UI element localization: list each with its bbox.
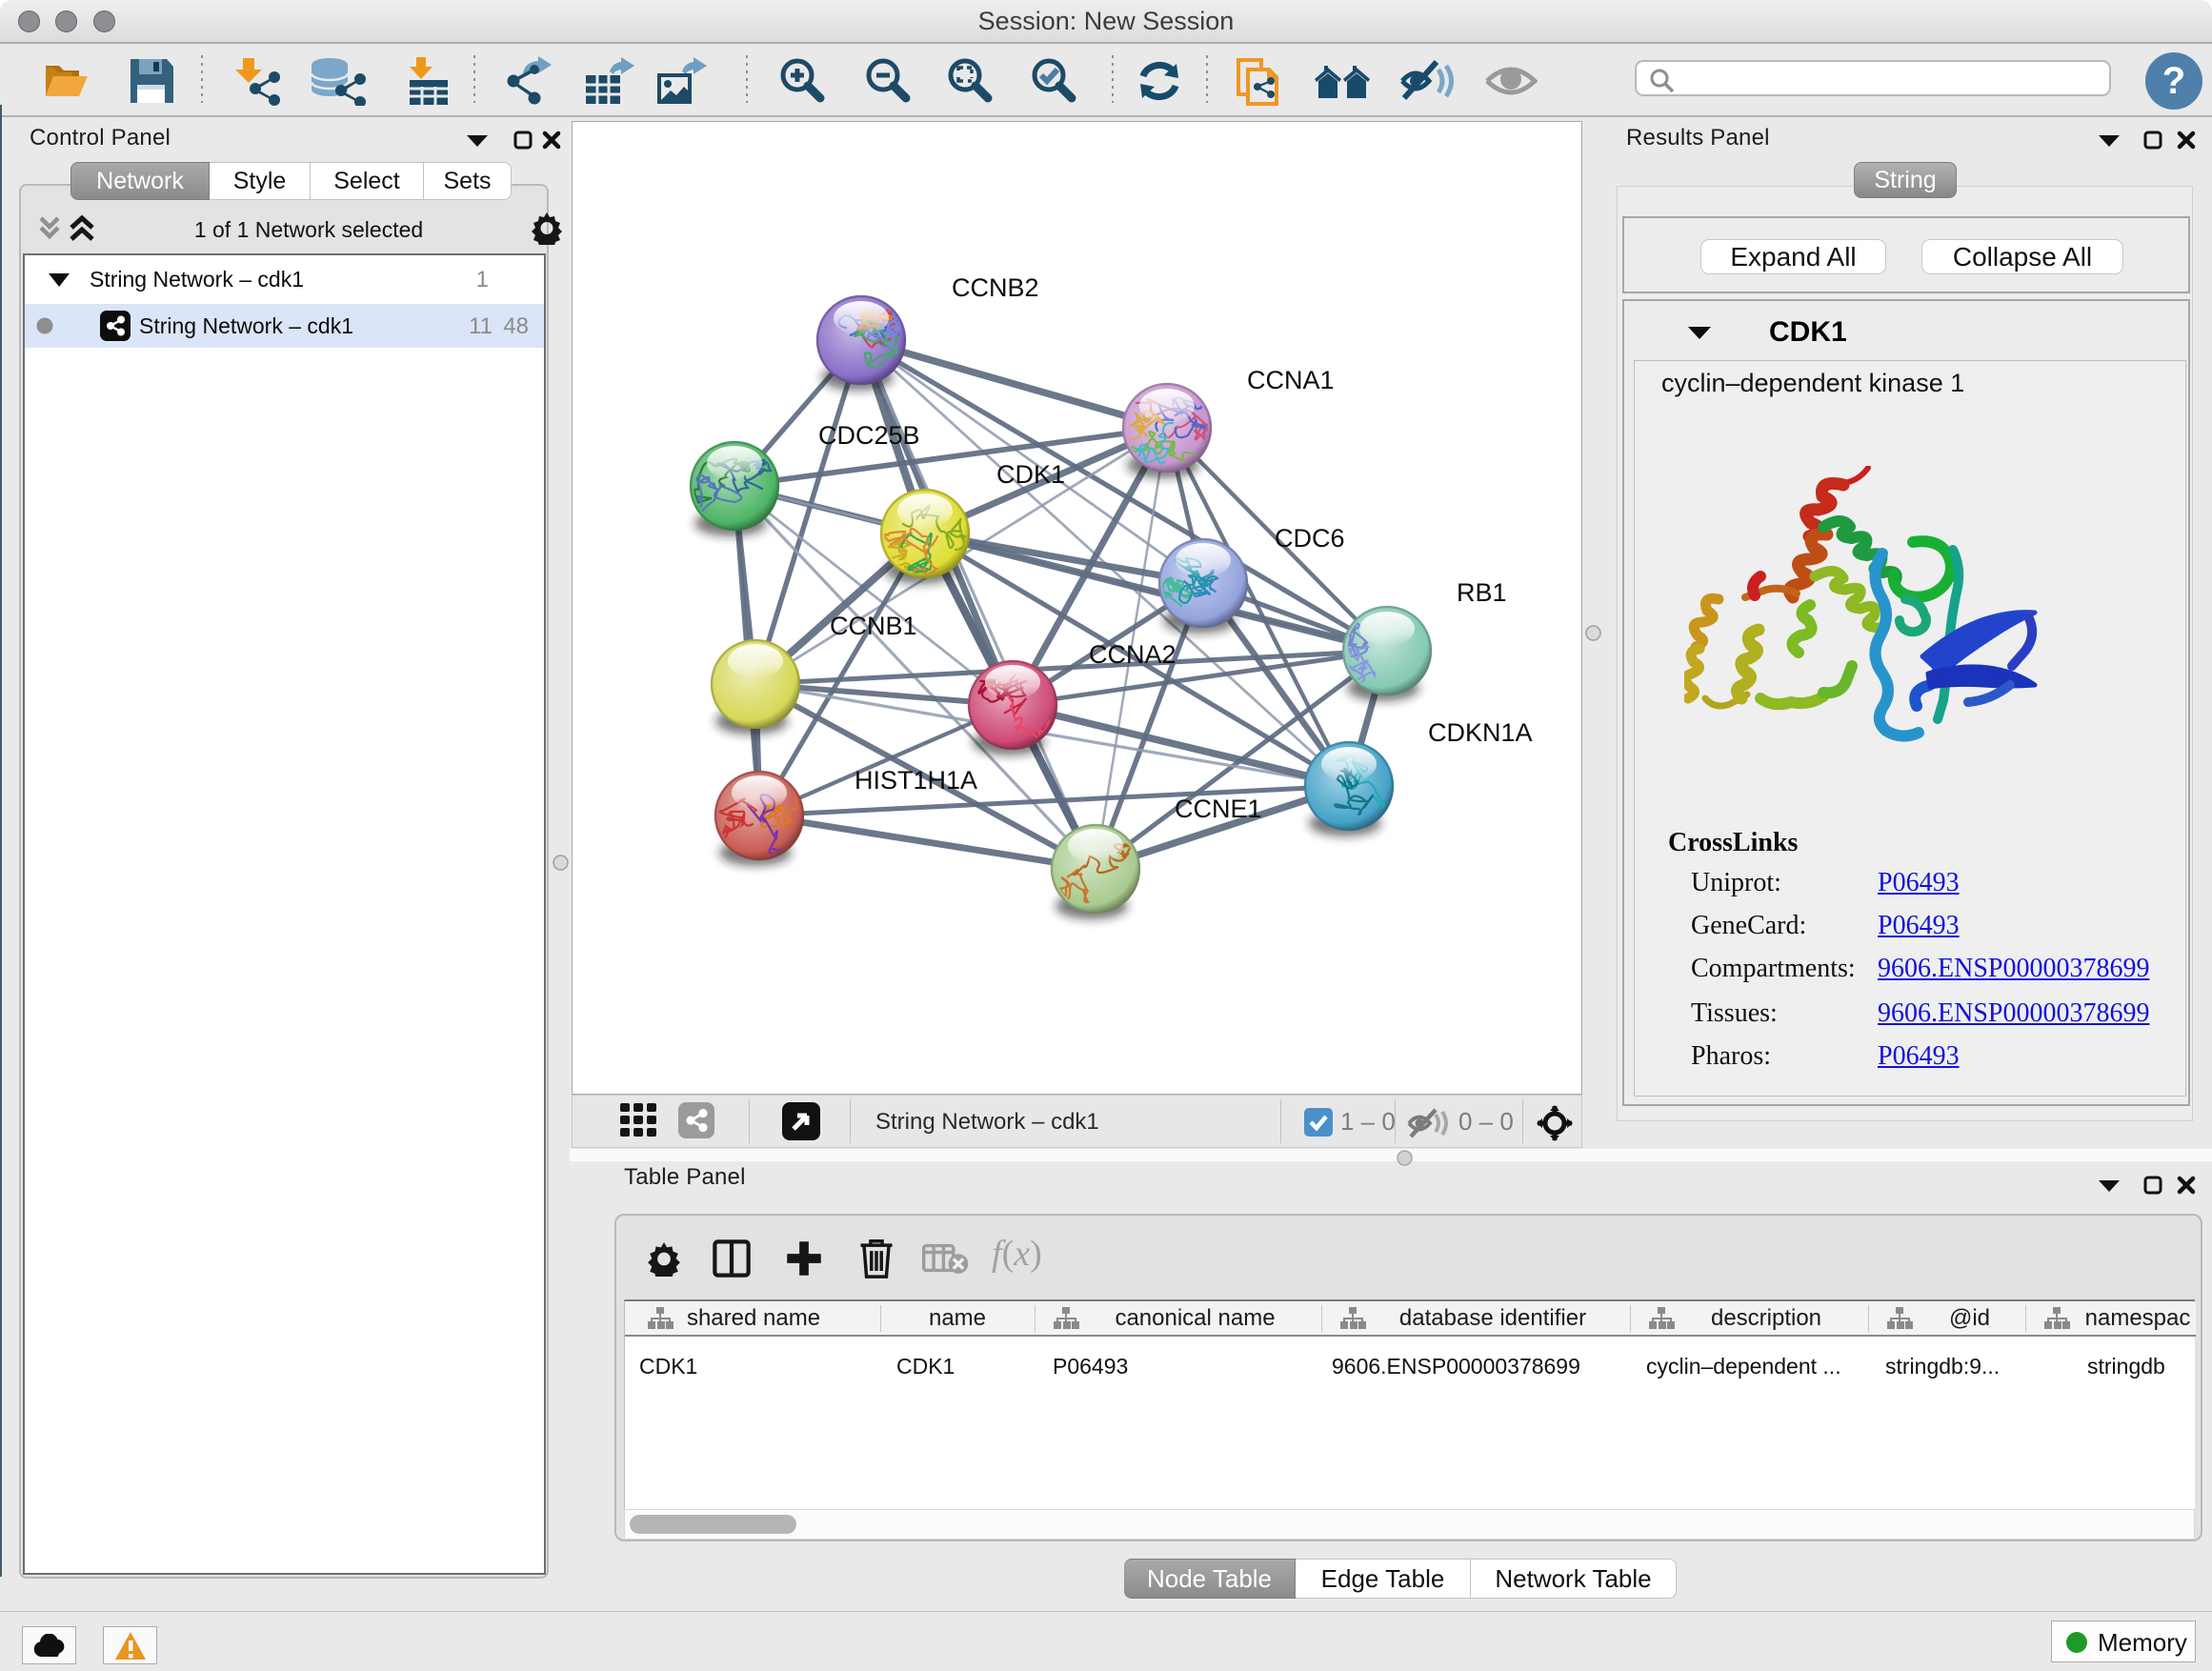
svg-text:?: ? [2162, 60, 2185, 102]
svg-text:CCNA2: CCNA2 [1089, 640, 1176, 669]
svg-text:CDKN1A: CDKN1A [1428, 718, 1533, 747]
svg-text:CDK1: CDK1 [996, 460, 1065, 489]
svg-text:HIST1H1A: HIST1H1A [855, 766, 977, 795]
svg-text:CCNA1: CCNA1 [1247, 366, 1335, 394]
svg-text:CCNB2: CCNB2 [952, 273, 1039, 302]
svg-text:CCNE1: CCNE1 [1175, 795, 1262, 823]
svg-text:CDC25B: CDC25B [818, 421, 920, 450]
svg-text:CCNB1: CCNB1 [830, 612, 917, 640]
svg-text:RB1: RB1 [1457, 578, 1507, 607]
svg-text:CDC6: CDC6 [1275, 524, 1345, 553]
